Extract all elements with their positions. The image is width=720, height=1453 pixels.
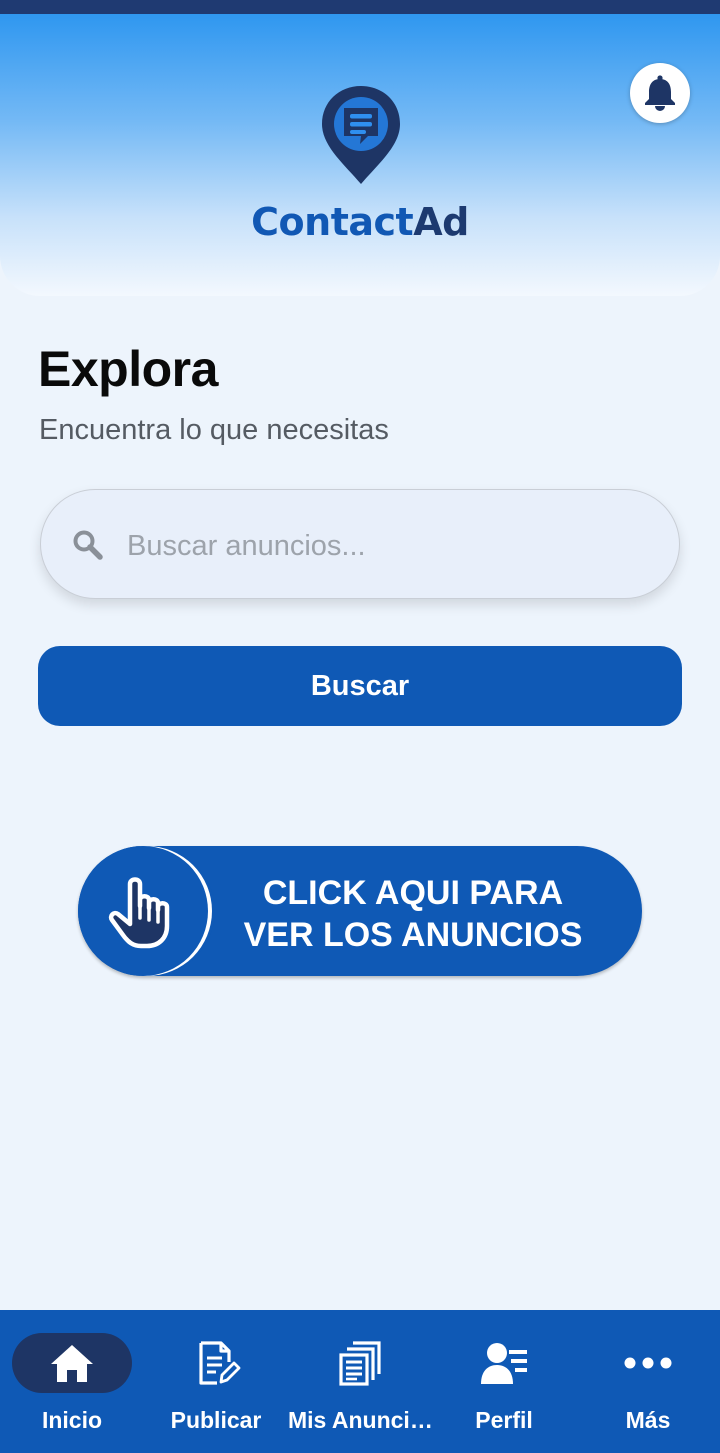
page-title: Explora <box>38 341 218 397</box>
bell-icon <box>645 75 675 111</box>
nav-item-publicar[interactable]: Publicar <box>144 1310 288 1453</box>
logo-pin-icon <box>322 86 400 184</box>
search-icon <box>73 530 103 560</box>
nav-item-mis-anuncios[interactable]: Mis Anunci… <box>288 1310 433 1453</box>
nav-item-inicio[interactable]: Inicio <box>0 1310 144 1453</box>
nav-item-perfil[interactable]: Perfil <box>432 1310 576 1453</box>
nav-label-perfil: Perfil <box>475 1407 533 1433</box>
documents-icon <box>339 1341 381 1386</box>
search-input[interactable] <box>125 515 649 577</box>
nav-item-mas[interactable]: Más <box>576 1310 720 1453</box>
nav-label-mis-anuncios: Mis Anunci… <box>288 1407 433 1433</box>
home-icon <box>51 1345 93 1382</box>
nav-label-inicio: Inicio <box>41 1407 103 1433</box>
app-header: ContactAd <box>0 14 720 296</box>
page-subtitle: Encuentra lo que necesitas <box>39 414 389 446</box>
more-dots-icon <box>624 1357 672 1369</box>
app-logo-text: ContactAd <box>251 200 469 244</box>
nav-label-publicar: Publicar <box>170 1407 262 1433</box>
nav-label-mas: Más <box>625 1407 671 1433</box>
status-bar <box>0 0 720 14</box>
bottom-navigation: Inicio Publicar Mis Anunci… Perfil Más <box>0 1310 720 1453</box>
user-list-icon <box>481 1343 527 1384</box>
search-box[interactable] <box>40 489 680 599</box>
edit-document-icon <box>199 1341 241 1385</box>
notifications-button[interactable] <box>630 63 690 123</box>
search-button[interactable]: Buscar <box>38 646 682 726</box>
view-ads-label: CLICK AQUI PARA VER LOS ANUNCIOS <box>243 874 583 954</box>
pointing-hand-icon <box>108 877 170 949</box>
view-ads-button[interactable]: CLICK AQUI PARA VER LOS ANUNCIOS <box>78 846 642 976</box>
cta-icon-circle <box>78 846 208 976</box>
